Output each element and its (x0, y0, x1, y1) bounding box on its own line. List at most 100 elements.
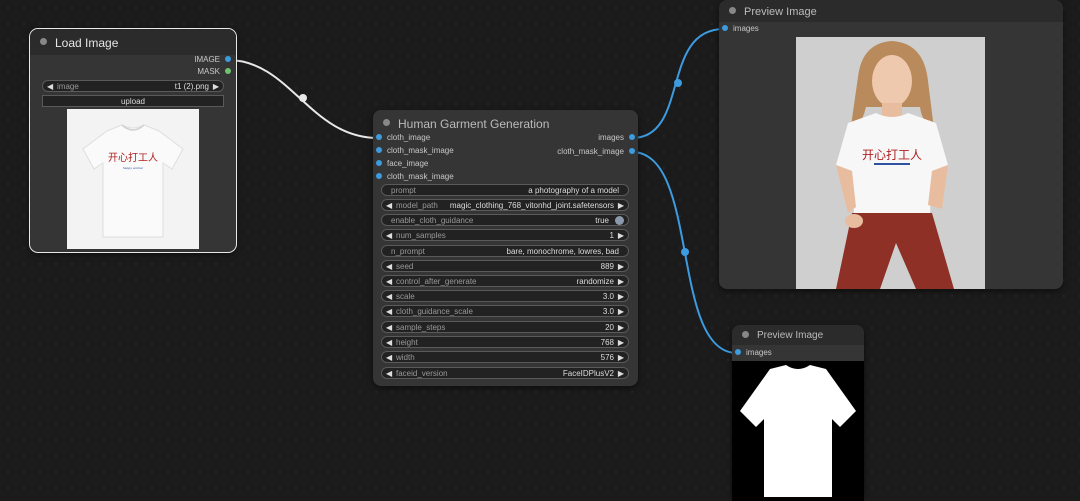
widget-value: randomize (576, 277, 614, 286)
widget-value: magic_clothing_768_vitonhd_joint.safeten… (449, 201, 614, 210)
widget-label: n_prompt (391, 247, 425, 256)
widget-label: sample_steps (396, 323, 446, 332)
n-prompt-field[interactable]: n_prompt bare, monochrome, lowres, bad (381, 245, 629, 257)
link-midpoint (681, 248, 689, 256)
height-stepper[interactable]: ◀ height 768 ▶ (381, 336, 629, 348)
load-image-node[interactable]: Load Image IMAGE MASK ◀ image t1 (2).png… (29, 28, 237, 253)
input-cloth-mask-image-2[interactable]: cloth_mask_image (376, 171, 454, 183)
increment-arrow-icon[interactable]: ▶ (618, 291, 624, 303)
input-images[interactable]: images (722, 23, 759, 35)
model-photo: 开心打工人 (796, 37, 985, 289)
node-title: Preview Image (744, 5, 817, 18)
decrement-arrow-icon[interactable]: ◀ (386, 322, 392, 334)
widget-value: 768 (600, 338, 614, 347)
node-title-bar[interactable]: Preview Image (732, 325, 864, 345)
node-title: Human Garment Generation (398, 116, 550, 131)
widget-value: 3.0 (602, 307, 614, 316)
shirt-print: 开心打工人 (862, 148, 922, 162)
decrement-arrow-icon[interactable]: ◀ (386, 368, 392, 380)
preview-image-node-2[interactable]: Preview Image images (732, 325, 864, 501)
scale-stepper[interactable]: ◀ scale 3.0 ▶ (381, 290, 629, 302)
input-dot-icon[interactable] (722, 24, 728, 31)
increment-arrow-icon[interactable]: ▶ (618, 276, 624, 288)
increment-arrow-icon[interactable]: ▶ (618, 306, 624, 318)
input-dot-icon[interactable] (376, 146, 382, 153)
shirt-subprint: happy worker (123, 166, 144, 170)
widget-label: enable_cloth_guidance (391, 216, 474, 225)
width-stepper[interactable]: ◀ width 576 ▶ (381, 351, 629, 363)
input-dot-icon[interactable] (376, 133, 382, 140)
output-label: MASK (197, 67, 220, 76)
increment-arrow-icon[interactable]: ▶ (618, 261, 624, 273)
decrement-arrow-icon[interactable]: ◀ (386, 291, 392, 303)
link-images-to-preview1 (631, 28, 725, 139)
num-samples-stepper[interactable]: ◀ num_samples 1 ▶ (381, 229, 629, 241)
sample-steps-stepper[interactable]: ◀ sample_steps 20 ▶ (381, 321, 629, 333)
decrement-arrow-icon[interactable]: ◀ (47, 81, 53, 93)
widget-label: faceid_version (396, 369, 448, 378)
widget-label: num_samples (396, 231, 446, 240)
input-dot-icon[interactable] (376, 159, 382, 166)
input-cloth-mask-image[interactable]: cloth_mask_image (376, 145, 454, 157)
increment-arrow-icon[interactable]: ▶ (618, 368, 624, 380)
input-face-image[interactable]: face_image (376, 158, 428, 170)
decrement-arrow-icon[interactable]: ◀ (386, 200, 392, 212)
node-title: Preview Image (757, 329, 824, 341)
widget-label: prompt (391, 186, 416, 195)
widget-value: 1 (609, 231, 614, 240)
output-dot-icon[interactable] (629, 147, 635, 154)
collapse-dot-icon[interactable] (742, 331, 749, 339)
loaded-image-preview: 开心打工人 happy worker (67, 109, 199, 249)
input-images[interactable]: images (735, 347, 772, 359)
output-dot-icon[interactable] (629, 133, 635, 140)
enable-cloth-guidance-toggle[interactable]: enable_cloth_guidance true (381, 214, 629, 226)
increment-arrow-icon[interactable]: ▶ (618, 200, 624, 212)
increment-arrow-icon[interactable]: ▶ (618, 322, 624, 334)
link-image-to-cloth-image (227, 59, 379, 139)
node-title: Load Image (55, 35, 119, 50)
increment-arrow-icon[interactable]: ▶ (618, 352, 624, 364)
increment-arrow-icon[interactable]: ▶ (213, 81, 219, 93)
input-label: cloth_mask_image (387, 146, 454, 155)
decrement-arrow-icon[interactable]: ◀ (386, 276, 392, 288)
control-after-generate-combo[interactable]: ◀ control_after_generate randomize ▶ (381, 275, 629, 287)
decrement-arrow-icon[interactable]: ◀ (386, 337, 392, 349)
decrement-arrow-icon[interactable]: ◀ (386, 261, 392, 273)
increment-arrow-icon[interactable]: ▶ (618, 337, 624, 349)
node-title-bar[interactable]: Preview Image (719, 0, 1063, 22)
garment-generation-node[interactable]: Human Garment Generation cloth_image clo… (373, 110, 638, 386)
decrement-arrow-icon[interactable]: ◀ (386, 352, 392, 364)
prompt-field[interactable]: prompt a photography of a model (381, 184, 629, 196)
output-dot-icon[interactable] (225, 67, 231, 74)
input-dot-icon[interactable] (376, 172, 382, 179)
input-cloth-image[interactable]: cloth_image (376, 132, 430, 144)
node-title-bar[interactable]: Load Image (30, 29, 236, 55)
input-label: images (733, 24, 759, 33)
image-combo-widget[interactable]: ◀ image t1 (2).png ▶ (42, 80, 224, 92)
output-images[interactable]: images (598, 132, 635, 144)
toggle-knob-icon[interactable] (615, 216, 624, 225)
upload-button[interactable]: upload (42, 95, 224, 107)
decrement-arrow-icon[interactable]: ◀ (386, 306, 392, 318)
faceid-version-combo[interactable]: ◀ faceid_version FaceIDPlusV2 ▶ (381, 367, 629, 379)
cloth-guidance-scale-stepper[interactable]: ◀ cloth_guidance_scale 3.0 ▶ (381, 305, 629, 317)
link-midpoint (299, 94, 307, 102)
output-image[interactable]: IMAGE (194, 54, 231, 66)
seed-stepper[interactable]: ◀ seed 889 ▶ (381, 260, 629, 272)
output-cloth-mask-image[interactable]: cloth_mask_image (557, 146, 635, 158)
output-mask[interactable]: MASK (197, 66, 231, 78)
collapse-dot-icon[interactable] (383, 119, 390, 127)
output-label: cloth_mask_image (557, 147, 624, 156)
input-dot-icon[interactable] (735, 348, 741, 355)
collapse-dot-icon[interactable] (729, 7, 736, 15)
widget-value: 3.0 (602, 292, 614, 301)
decrement-arrow-icon[interactable]: ◀ (386, 230, 392, 242)
input-label: images (746, 348, 772, 357)
preview-image-node-1[interactable]: Preview Image images 开心打工人 (719, 0, 1063, 289)
increment-arrow-icon[interactable]: ▶ (618, 230, 624, 242)
output-dot-icon[interactable] (225, 55, 231, 62)
collapse-dot-icon[interactable] (40, 38, 47, 46)
widget-label: width (396, 353, 415, 362)
model-path-combo[interactable]: ◀ model_path magic_clothing_768_vitonhd_… (381, 199, 629, 211)
shirt-print: 开心打工人 (108, 151, 158, 164)
